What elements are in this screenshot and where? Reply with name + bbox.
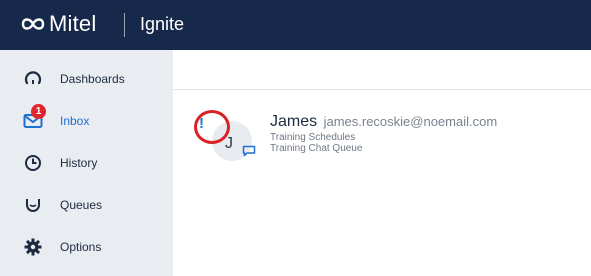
sidebar-item-inbox[interactable]: 1 Inbox	[0, 101, 173, 141]
product-name: Ignite	[140, 14, 185, 34]
chat-icon	[242, 145, 256, 157]
sidebar-item-options[interactable]: Options	[0, 227, 173, 267]
sidebar-nav: Dashboards 1 Inbox History Queues Option…	[0, 50, 173, 276]
sidebar-item-dashboards[interactable]: Dashboards	[0, 59, 173, 99]
gauge-icon	[22, 68, 44, 90]
brand-logo[interactable]: Mitel	[20, 11, 96, 37]
conversation-subject: Training Schedules	[270, 132, 356, 143]
inbox-panel: J ! James james.recoskie@noemail.com Tra…	[173, 50, 591, 276]
conversation-queue: Training Chat Queue	[270, 143, 363, 154]
header-divider	[124, 13, 125, 37]
sidebar-item-label: Inbox	[60, 114, 90, 128]
app-window: Mitel Ignite Dashboards 1 Inbox History …	[0, 0, 591, 276]
top-header: Mitel Ignite	[0, 0, 591, 50]
sidebar-item-history[interactable]: History	[0, 143, 173, 183]
inbox-count-badge: 1	[31, 104, 46, 119]
gear-icon	[22, 236, 44, 258]
queue-cup-icon	[22, 194, 44, 216]
sidebar-item-label: History	[60, 156, 98, 170]
sidebar-item-label: Dashboards	[60, 72, 125, 86]
contact-name: James	[270, 113, 318, 130]
contact-email: james.recoskie@noemail.com	[323, 114, 498, 129]
toolbar-divider	[173, 89, 591, 90]
sidebar-item-label: Queues	[60, 198, 103, 212]
inbox-item[interactable]: J ! James james.recoskie@noemail.com Tra…	[183, 110, 583, 180]
alert-indicator: !	[199, 115, 204, 132]
clock-icon	[22, 152, 44, 174]
contact-name-row: James james.recoskie@noemail.com	[270, 113, 497, 131]
brand-name: Mitel	[49, 11, 97, 36]
sidebar-item-queues[interactable]: Queues	[0, 185, 173, 225]
sidebar-item-label: Options	[60, 240, 102, 254]
mitel-logo-icon	[21, 18, 45, 30]
avatar-initial: J	[225, 135, 233, 152]
